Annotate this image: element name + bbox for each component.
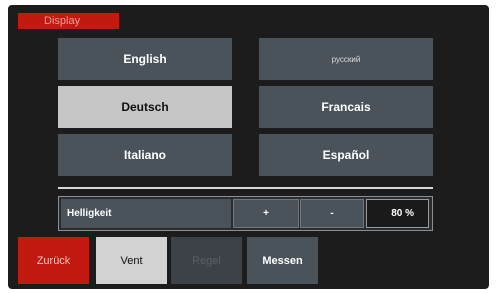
language-button-italian[interactable]: Italiano [58, 134, 232, 176]
brightness-value: 80 % [366, 199, 429, 228]
brightness-increase-button[interactable]: + [233, 199, 299, 228]
brightness-decrease-button[interactable]: - [300, 199, 364, 228]
messen-button[interactable]: Messen [247, 237, 318, 284]
regel-button[interactable]: Regel [171, 237, 242, 284]
language-button-english[interactable]: English [58, 38, 232, 80]
vent-button[interactable]: Vent [96, 237, 167, 284]
language-button-spanish[interactable]: Español [259, 134, 433, 176]
language-button-russian[interactable]: русский [259, 38, 433, 80]
language-button-french[interactable]: Francais [259, 86, 433, 128]
section-divider [58, 187, 433, 189]
brightness-control: Helligkeit + - 80 % [58, 196, 433, 231]
language-button-german[interactable]: Deutsch [58, 86, 232, 128]
back-button[interactable]: Zurück [18, 237, 89, 284]
brightness-label: Helligkeit [61, 199, 231, 228]
display-screen: Display English русский Deutsch Francais… [8, 5, 489, 289]
screen-title: Display [18, 13, 119, 29]
